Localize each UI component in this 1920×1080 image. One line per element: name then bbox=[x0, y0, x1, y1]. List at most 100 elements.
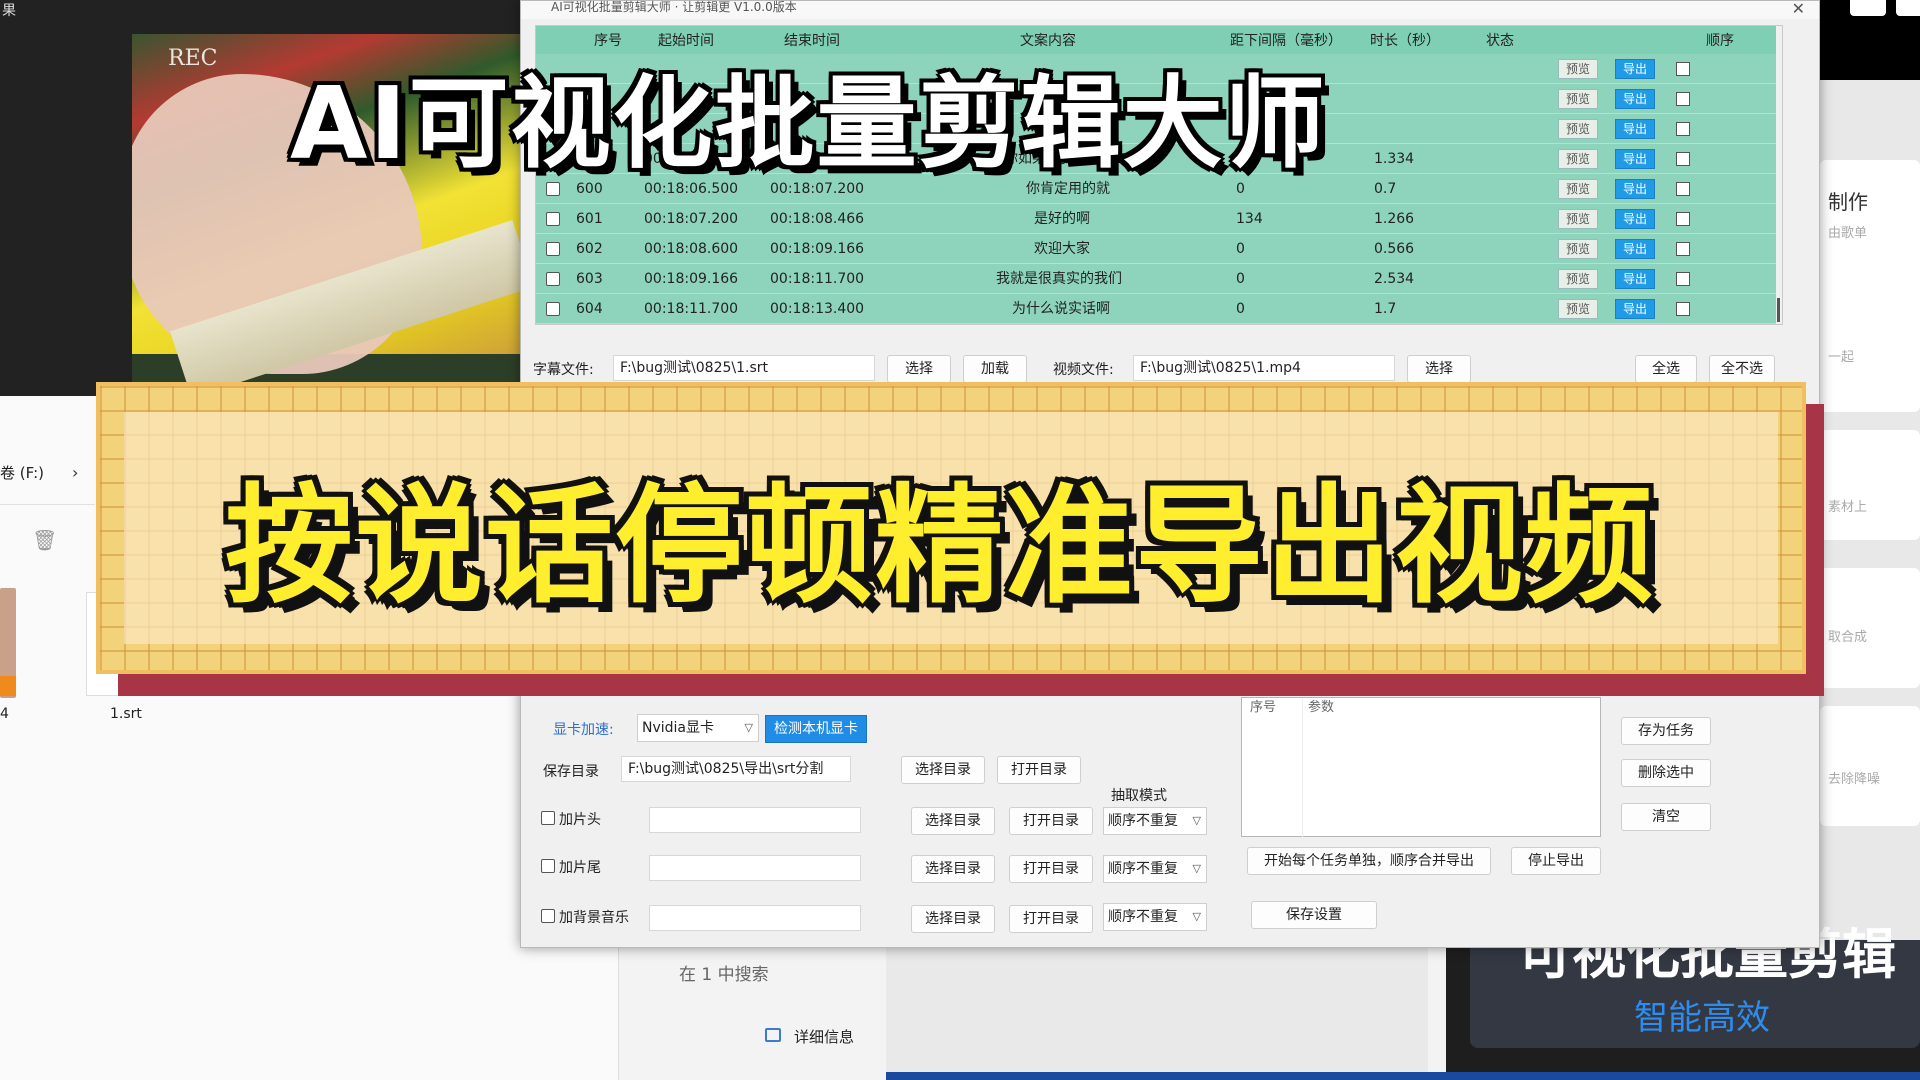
select-none-button[interactable]: 全不选 bbox=[1709, 355, 1775, 383]
minimize-button[interactable] bbox=[1850, 0, 1886, 16]
delete-selected-button[interactable]: 删除选中 bbox=[1621, 759, 1711, 787]
open-save-dir-button[interactable]: 打开目录 bbox=[997, 756, 1081, 784]
preview-button[interactable]: 预览 bbox=[1558, 299, 1598, 319]
preview-button[interactable]: 预览 bbox=[1558, 59, 1598, 79]
details-pane-icon[interactable] bbox=[765, 1028, 781, 1042]
export-button[interactable]: 导出 bbox=[1615, 149, 1655, 169]
preview-button[interactable]: 预览 bbox=[1558, 89, 1598, 109]
save-dir-input[interactable]: F:\bug测试\0825\导出\srt分割 bbox=[621, 756, 851, 782]
open-bgm-dir-button[interactable]: 打开目录 bbox=[1009, 905, 1093, 933]
banner-title: 按说话停顿精准导出视频 bbox=[225, 472, 1656, 621]
export-button[interactable]: 导出 bbox=[1615, 239, 1655, 259]
order-checkbox[interactable] bbox=[1676, 212, 1690, 226]
gpu-select[interactable]: Nvidia显卡 ▽ bbox=[637, 714, 759, 742]
intro-checkbox[interactable] bbox=[541, 811, 555, 825]
export-button[interactable]: 导出 bbox=[1615, 299, 1655, 319]
details-button[interactable]: 详细信息 bbox=[794, 1026, 854, 1047]
bgm-checkbox[interactable] bbox=[541, 909, 555, 923]
outro-mode-select[interactable]: 顺序不重复 ▽ bbox=[1103, 855, 1207, 883]
save-task-button[interactable]: 存为任务 bbox=[1621, 717, 1711, 745]
bgm-path-input[interactable] bbox=[649, 905, 861, 931]
export-button[interactable]: 导出 bbox=[1615, 59, 1655, 79]
trash-icon[interactable]: 🗑 bbox=[32, 528, 57, 552]
export-button[interactable]: 导出 bbox=[1615, 119, 1655, 139]
intro-mode-select[interactable]: 顺序不重复 ▽ bbox=[1103, 807, 1207, 835]
outro-checkbox[interactable] bbox=[541, 859, 555, 873]
subtitle-file-input[interactable]: F:\bug测试\0825\1.srt bbox=[613, 355, 875, 381]
preview-button[interactable]: 预览 bbox=[1558, 119, 1598, 139]
order-checkbox[interactable] bbox=[1676, 302, 1690, 316]
table-row[interactable]: 603 00:18:09.166 00:18:11.700 我就是很真实的我们 … bbox=[536, 264, 1778, 294]
order-checkbox[interactable] bbox=[1676, 62, 1690, 76]
preview-button[interactable]: 预览 bbox=[1558, 149, 1598, 169]
load-subtitle-button[interactable]: 加载 bbox=[963, 355, 1027, 383]
table-row[interactable]: 604 00:18:11.700 00:18:13.400 为什么说实话啊 0 … bbox=[536, 294, 1778, 324]
scrollbar[interactable] bbox=[1428, 940, 1446, 1080]
file-label-video[interactable]: 4 bbox=[0, 706, 9, 722]
open-intro-dir-button[interactable]: 打开目录 bbox=[1009, 807, 1093, 835]
preview-button[interactable]: 预览 bbox=[1558, 269, 1598, 289]
open-outro-dir-button[interactable]: 打开目录 bbox=[1009, 855, 1093, 883]
drive-breadcrumb[interactable]: 卷 (F:) bbox=[0, 458, 95, 488]
order-checkbox[interactable] bbox=[1676, 92, 1690, 106]
feature-card[interactable]: 制作 由歌单 bbox=[1820, 160, 1920, 300]
window-title-fragment: 果 bbox=[2, 3, 16, 19]
chevron-down-icon: ▽ bbox=[1192, 814, 1201, 827]
gpu-label: 显卡加速: bbox=[553, 722, 614, 738]
table-row[interactable]: 602 00:18:08.600 00:18:09.166 欢迎大家 0 0.5… bbox=[536, 234, 1778, 264]
cell-duration: 1.266 bbox=[1374, 211, 1415, 227]
order-checkbox[interactable] bbox=[1676, 272, 1690, 286]
export-button[interactable]: 导出 bbox=[1615, 89, 1655, 109]
row-checkbox[interactable] bbox=[546, 212, 560, 226]
select-all-button[interactable]: 全选 bbox=[1635, 355, 1697, 383]
choose-save-dir-button[interactable]: 选择目录 bbox=[901, 756, 985, 784]
video-file-input[interactable]: F:\bug测试\0825\1.mp4 bbox=[1133, 355, 1395, 381]
outro-path-input[interactable] bbox=[649, 855, 861, 881]
order-checkbox[interactable] bbox=[1676, 122, 1690, 136]
promo-subtitle: 智能高效 bbox=[1634, 998, 1770, 1038]
task-list[interactable]: 序号 参数 bbox=[1241, 697, 1601, 838]
search-input[interactable]: 在 1 中搜索 bbox=[679, 960, 769, 985]
export-button[interactable]: 导出 bbox=[1615, 269, 1655, 289]
card-text: 一起 bbox=[1828, 350, 1855, 365]
feature-card[interactable]: 取合成 bbox=[1820, 568, 1920, 688]
order-checkbox[interactable] bbox=[1676, 182, 1690, 196]
choose-outro-dir-button[interactable]: 选择目录 bbox=[911, 855, 995, 883]
order-checkbox[interactable] bbox=[1676, 242, 1690, 256]
export-button[interactable]: 导出 bbox=[1615, 209, 1655, 229]
row-checkbox[interactable] bbox=[546, 272, 560, 286]
choose-subtitle-button[interactable]: 选择 bbox=[887, 355, 951, 383]
feature-card[interactable]: 一起 bbox=[1820, 292, 1920, 412]
preview-button[interactable]: 预览 bbox=[1558, 209, 1598, 229]
save-settings-button[interactable]: 保存设置 bbox=[1251, 901, 1377, 929]
choose-intro-dir-button[interactable]: 选择目录 bbox=[911, 807, 995, 835]
row-checkbox[interactable] bbox=[546, 302, 560, 316]
rec-label: REC bbox=[168, 46, 218, 71]
cell-index: 604 bbox=[576, 301, 603, 317]
intro-path-input[interactable] bbox=[649, 807, 861, 833]
export-button[interactable]: 导出 bbox=[1615, 179, 1655, 199]
window-titlebar: AI可视化批量剪辑大师 · 让剪辑更 V1.0.0版本 bbox=[521, 1, 1819, 19]
stop-export-button[interactable]: 停止导出 bbox=[1511, 847, 1601, 875]
preview-button[interactable]: 预览 bbox=[1558, 179, 1598, 199]
close-icon[interactable]: ✕ bbox=[1792, 0, 1805, 18]
maximize-button[interactable] bbox=[1896, 0, 1920, 16]
feature-card[interactable]: 去除降噪 bbox=[1820, 706, 1920, 826]
table-scrollbar[interactable] bbox=[1776, 26, 1782, 324]
start-export-button[interactable]: 开始每个任务单独，顺序合并导出 bbox=[1247, 847, 1491, 875]
choose-video-button[interactable]: 选择 bbox=[1407, 355, 1471, 383]
feature-card[interactable]: 素材上 bbox=[1820, 430, 1920, 540]
file-label-srt[interactable]: 1.srt bbox=[110, 706, 142, 722]
order-checkbox[interactable] bbox=[1676, 152, 1690, 166]
detect-gpu-button[interactable]: 检测本机显卡 bbox=[765, 715, 867, 743]
choose-bgm-dir-button[interactable]: 选择目录 bbox=[911, 905, 995, 933]
table-scroll-thumb[interactable] bbox=[1777, 298, 1780, 322]
cell-text: 我就是很真实的我们 bbox=[996, 271, 1122, 287]
table-row[interactable]: 601 00:18:07.200 00:18:08.466 是好的啊 134 1… bbox=[536, 204, 1778, 234]
chevron-right-icon[interactable]: › bbox=[72, 458, 78, 488]
cell-end: 00:18:08.466 bbox=[770, 211, 865, 227]
preview-button[interactable]: 预览 bbox=[1558, 239, 1598, 259]
bgm-mode-select[interactable]: 顺序不重复 ▽ bbox=[1103, 903, 1207, 931]
clear-button[interactable]: 清空 bbox=[1621, 803, 1711, 831]
row-checkbox[interactable] bbox=[546, 242, 560, 256]
